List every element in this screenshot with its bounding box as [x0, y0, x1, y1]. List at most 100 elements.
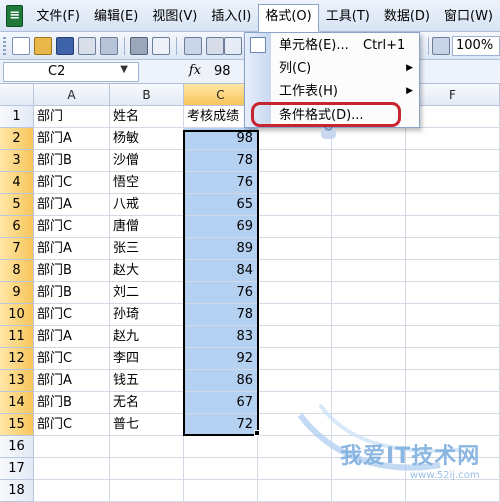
insert-function-icon[interactable]: fx: [186, 63, 204, 81]
open-folder-icon[interactable]: [34, 37, 52, 55]
menu-view[interactable]: 视图(V): [145, 4, 204, 28]
cell-c[interactable]: 86: [184, 370, 258, 392]
row-header[interactable]: 3: [0, 150, 34, 172]
cell-empty[interactable]: [406, 216, 500, 238]
cell-empty[interactable]: [332, 414, 406, 436]
cell-empty[interactable]: [332, 480, 406, 502]
cell-c[interactable]: 67: [184, 392, 258, 414]
row-header[interactable]: 18: [0, 480, 34, 502]
toolbar-grip[interactable]: [3, 37, 6, 55]
row-header[interactable]: 14: [0, 392, 34, 414]
cell-empty[interactable]: [258, 304, 332, 326]
cell-b[interactable]: 孙琦: [110, 304, 184, 326]
cell-c[interactable]: 78: [184, 150, 258, 172]
menu-insert[interactable]: 插入(I): [204, 4, 258, 28]
cell-empty[interactable]: [332, 260, 406, 282]
cell-empty[interactable]: [406, 348, 500, 370]
cell-empty[interactable]: [332, 238, 406, 260]
cell-empty[interactable]: [258, 172, 332, 194]
cell-c[interactable]: 78: [184, 304, 258, 326]
cell-b[interactable]: 赵九: [110, 326, 184, 348]
fill-handle[interactable]: [254, 430, 260, 436]
cell-b[interactable]: [110, 436, 184, 458]
row-header[interactable]: 1: [0, 106, 34, 128]
menu-item-sheet[interactable]: 工作表(H) ▶: [245, 80, 421, 103]
menu-item-cells[interactable]: 单元格(E)... Ctrl+1: [245, 34, 421, 57]
cell-c[interactable]: 76: [184, 282, 258, 304]
row-header[interactable]: 17: [0, 458, 34, 480]
cell-empty[interactable]: [406, 304, 500, 326]
cell-b[interactable]: 赵大: [110, 260, 184, 282]
cell-a[interactable]: 部门B: [34, 392, 110, 414]
menu-file[interactable]: 文件(F): [29, 4, 87, 28]
cell-b[interactable]: 钱五: [110, 370, 184, 392]
cell-empty[interactable]: [332, 216, 406, 238]
cell-empty[interactable]: [258, 480, 332, 502]
cell-c[interactable]: 72: [184, 414, 258, 436]
cell-empty[interactable]: [406, 392, 500, 414]
row-header[interactable]: 9: [0, 282, 34, 304]
cell-empty[interactable]: [258, 414, 332, 436]
cell-a[interactable]: 部门A: [34, 238, 110, 260]
cell-a-header[interactable]: 部门: [34, 106, 110, 128]
row-header[interactable]: 13: [0, 370, 34, 392]
menu-window[interactable]: 窗口(W): [437, 4, 500, 28]
formula-input[interactable]: 98: [214, 64, 231, 79]
row-header[interactable]: 16: [0, 436, 34, 458]
cell-b[interactable]: 沙僧: [110, 150, 184, 172]
row-header[interactable]: 11: [0, 326, 34, 348]
cell-a[interactable]: 部门A: [34, 370, 110, 392]
print-icon[interactable]: [130, 37, 148, 55]
cell-b[interactable]: 李四: [110, 348, 184, 370]
cell-a[interactable]: 部门A: [34, 326, 110, 348]
email-icon[interactable]: [100, 37, 118, 55]
cell-c[interactable]: [184, 458, 258, 480]
cell-empty[interactable]: [332, 150, 406, 172]
cell-c[interactable]: 92: [184, 348, 258, 370]
cell-empty[interactable]: [258, 194, 332, 216]
cell-empty[interactable]: [258, 260, 332, 282]
cell-a[interactable]: 部门C: [34, 304, 110, 326]
cell-b[interactable]: 杨敏: [110, 128, 184, 150]
cell-a[interactable]: 部门B: [34, 150, 110, 172]
cell-empty[interactable]: [332, 392, 406, 414]
cell-b[interactable]: 八戒: [110, 194, 184, 216]
cell-empty[interactable]: [406, 260, 500, 282]
cell-empty[interactable]: [258, 370, 332, 392]
cell-empty[interactable]: [258, 282, 332, 304]
cell-c[interactable]: 69: [184, 216, 258, 238]
menu-format[interactable]: 格式(O): [258, 3, 319, 32]
cell-empty[interactable]: [406, 282, 500, 304]
cell-empty[interactable]: [258, 436, 332, 458]
cell-c[interactable]: 83: [184, 326, 258, 348]
cell-c[interactable]: 65: [184, 194, 258, 216]
permission-icon[interactable]: [78, 37, 96, 55]
row-header[interactable]: 10: [0, 304, 34, 326]
row-header[interactable]: 12: [0, 348, 34, 370]
select-all-corner[interactable]: [0, 84, 34, 106]
cell-b[interactable]: 普七: [110, 414, 184, 436]
name-box[interactable]: C2 ▼: [3, 62, 139, 82]
row-header[interactable]: 15: [0, 414, 34, 436]
cell-a[interactable]: 部门C: [34, 348, 110, 370]
row-header[interactable]: 7: [0, 238, 34, 260]
new-document-icon[interactable]: [12, 37, 30, 55]
cell-empty[interactable]: [258, 216, 332, 238]
copy-icon[interactable]: [224, 37, 242, 55]
save-icon[interactable]: [56, 37, 74, 55]
cell-empty[interactable]: [258, 392, 332, 414]
cell-empty[interactable]: [258, 238, 332, 260]
cell-a[interactable]: [34, 480, 110, 502]
row-header[interactable]: 4: [0, 172, 34, 194]
menu-edit[interactable]: 编辑(E): [87, 4, 145, 28]
cell-empty[interactable]: [332, 326, 406, 348]
cell-b[interactable]: 刘二: [110, 282, 184, 304]
cell-a[interactable]: 部门C: [34, 216, 110, 238]
cell-a[interactable]: 部门A: [34, 194, 110, 216]
cell-empty[interactable]: [332, 282, 406, 304]
cell-empty[interactable]: [406, 326, 500, 348]
cell-b[interactable]: [110, 458, 184, 480]
cell-empty[interactable]: [258, 150, 332, 172]
cell-a[interactable]: 部门C: [34, 414, 110, 436]
cut-icon[interactable]: [206, 37, 224, 55]
